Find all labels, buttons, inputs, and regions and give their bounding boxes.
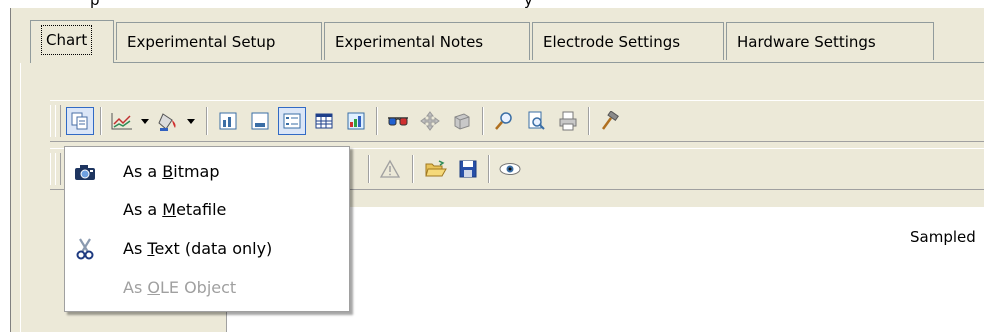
toolbar-separator: [376, 107, 378, 135]
tab-experimental-notes-label: Experimental Notes: [335, 33, 484, 51]
menu-item-as-metafile-label: As a Metafile: [123, 200, 227, 219]
chart-toolbar: [50, 100, 984, 142]
chart-style-button[interactable]: [214, 107, 242, 135]
menu-item-as-ole-object-label: As OLE Object: [123, 278, 237, 297]
tools-button[interactable]: [596, 107, 624, 135]
chart-style-2-icon: [251, 112, 269, 130]
toolbar-separator: [482, 107, 484, 135]
legend-icon: [283, 113, 301, 129]
move-button[interactable]: [416, 107, 444, 135]
tab-divider: [114, 62, 984, 63]
chart-style-2-button[interactable]: [246, 107, 274, 135]
camera-icon: [73, 160, 97, 184]
fill-color-button[interactable]: [154, 107, 182, 135]
menu-item-as-metafile[interactable]: As a Metafile: [65, 191, 349, 229]
save-icon: [459, 160, 477, 178]
clipped-text-right: y: [524, 0, 533, 8]
legend-button[interactable]: [278, 107, 306, 135]
3d-chart-icon: [347, 112, 365, 130]
3d-chart-button[interactable]: [342, 107, 370, 135]
tab-chart-label: Chart: [41, 25, 93, 55]
tab-experimental-setup[interactable]: Experimental Setup: [116, 22, 322, 60]
menu-item-as-bitmap[interactable]: As a Bitmap: [65, 153, 349, 191]
clipped-text-left: p: [90, 0, 100, 8]
rotate-button[interactable]: [448, 107, 476, 135]
tab-experimental-setup-label: Experimental Setup: [127, 33, 276, 51]
toolbar-separator: [368, 155, 370, 183]
fill-color-dropdown-caret[interactable]: [187, 119, 195, 124]
tab-electrode-settings[interactable]: Electrode Settings: [532, 22, 724, 60]
3d-glasses-icon: [388, 117, 408, 126]
toolbar-separator: [100, 107, 102, 135]
print-button[interactable]: [554, 107, 582, 135]
chart-type-button[interactable]: [108, 107, 136, 135]
menu-item-as-text[interactable]: As Text (data only): [65, 230, 349, 268]
view-eye-icon: [499, 163, 521, 175]
tab-experimental-notes[interactable]: Experimental Notes: [324, 22, 530, 60]
view-button[interactable]: [496, 155, 524, 183]
menu-item-as-bitmap-label: As a Bitmap: [123, 162, 220, 181]
data-table-icon: [315, 113, 333, 129]
copy-icon: [71, 112, 88, 130]
line-chart-icon: [111, 113, 132, 130]
data-table-button[interactable]: [310, 107, 338, 135]
rotate-icon: [454, 113, 470, 130]
zoom-button[interactable]: [490, 107, 518, 135]
sampled-label: Sampled: [910, 228, 976, 246]
toolbar-separator: [206, 107, 208, 135]
zoom-icon: [495, 112, 512, 130]
3d-view-button[interactable]: [384, 107, 412, 135]
tab-electrode-settings-label: Electrode Settings: [543, 33, 681, 51]
top-clipped-text: p y: [0, 0, 984, 8]
paint-bucket-icon: [158, 113, 176, 131]
print-preview-icon: [528, 111, 545, 130]
warning-icon: [379, 159, 401, 178]
save-button[interactable]: [454, 155, 482, 183]
tab-hardware-settings-label: Hardware Settings: [737, 33, 876, 51]
open-button[interactable]: [422, 155, 450, 183]
print-icon: [559, 111, 577, 131]
print-preview-button[interactable]: [522, 107, 550, 135]
tab-chart[interactable]: Chart: [30, 20, 114, 63]
copy-button[interactable]: [66, 107, 94, 135]
toolbar-grip-2[interactable]: [55, 105, 61, 137]
tools-icon: [601, 111, 619, 130]
menu-item-as-ole-object: As OLE Object: [65, 269, 349, 307]
scissors-icon: [73, 237, 97, 261]
toolbar-separator: [588, 107, 590, 135]
toolbar-grip-2[interactable]: [55, 153, 61, 185]
move-icon: [420, 111, 440, 131]
warning-button[interactable]: [376, 155, 404, 183]
chart-type-dropdown-caret[interactable]: [141, 119, 149, 124]
open-folder-icon: [425, 160, 447, 177]
tab-hardware-settings[interactable]: Hardware Settings: [726, 22, 934, 60]
chart-style-icon: [219, 112, 237, 130]
toolbar-separator: [488, 155, 490, 183]
copy-dropdown-menu: As a Bitmap As a Metafile As Text (data …: [64, 146, 350, 312]
menu-item-as-text-label: As Text (data only): [123, 239, 273, 258]
toolbar-separator: [412, 155, 414, 183]
